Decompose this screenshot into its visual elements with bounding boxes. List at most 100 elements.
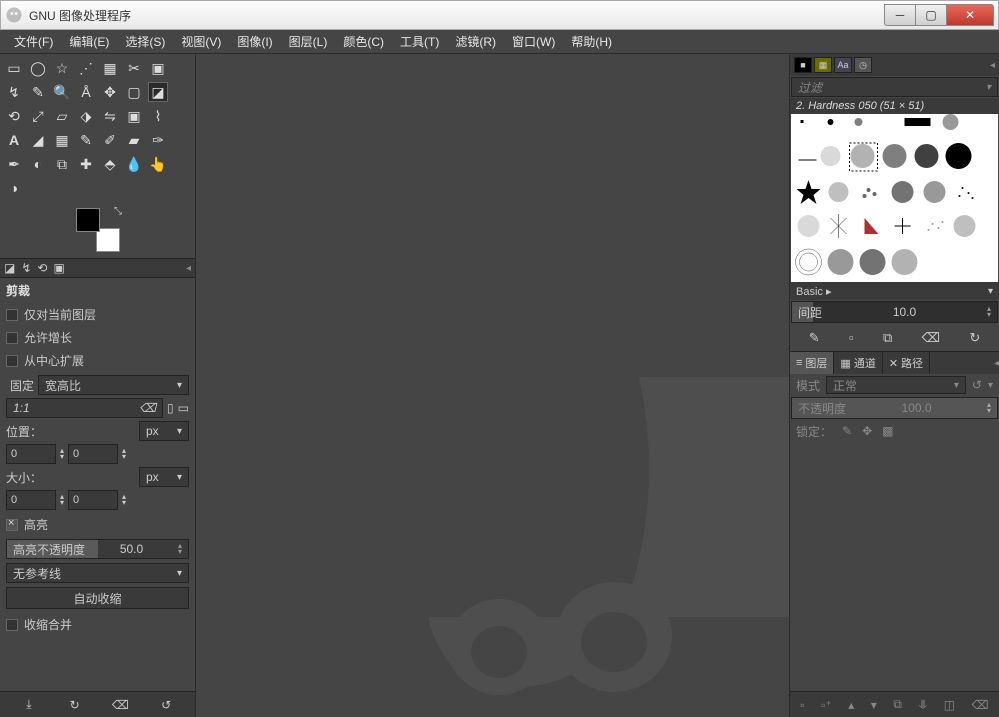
raise-layer-icon[interactable]: ▴ xyxy=(848,698,854,712)
zoom-tool[interactable]: 🔍 xyxy=(52,82,72,102)
brush-spacing-slider[interactable]: 间距 10.0 ▴▾ xyxy=(791,301,998,323)
patterns-tab[interactable]: ▦ xyxy=(814,57,832,73)
edit-brush-icon[interactable]: ✎ xyxy=(809,330,820,346)
warp-tool[interactable]: ⌇ xyxy=(148,106,168,126)
paintbrush-tool[interactable]: ✐ xyxy=(100,130,120,150)
free-select-tool[interactable]: ☆ xyxy=(52,58,72,78)
menu-layer[interactable]: 图层(L) xyxy=(281,29,336,54)
bucket-fill-tool[interactable]: ◢ xyxy=(28,130,48,150)
flip-tool[interactable]: ⇋ xyxy=(100,106,120,126)
shrink-merge-checkbox[interactable] xyxy=(6,619,18,631)
heal-tool[interactable]: ✚ xyxy=(76,154,96,174)
menu-tools[interactable]: 工具(T) xyxy=(392,29,447,54)
close-button[interactable]: ✕ xyxy=(946,4,994,26)
tab-images[interactable]: ▣ xyxy=(53,261,64,275)
scale-tool[interactable]: ⤢ xyxy=(28,106,48,126)
layers-tab[interactable]: ≡图层 xyxy=(790,352,834,374)
history-tab[interactable]: ◷ xyxy=(854,57,872,73)
current-layer-checkbox[interactable] xyxy=(6,309,18,321)
menu-edit[interactable]: 编辑(E) xyxy=(61,29,117,54)
new-brush-icon[interactable]: ▫ xyxy=(849,330,854,345)
highlight-opacity-slider[interactable]: 高亮不透明度 50.0 ▴▾ xyxy=(6,539,189,559)
maximize-button[interactable]: ▢ xyxy=(915,4,947,26)
aspect-dropdown[interactable]: 宽高比▾ xyxy=(38,375,189,395)
eraser-tool[interactable]: ▰ xyxy=(124,130,144,150)
menu-window[interactable]: 窗口(W) xyxy=(504,29,563,54)
reset-icon[interactable]: ↺ xyxy=(158,697,174,713)
move-tool[interactable]: ✥ xyxy=(100,82,120,102)
clone-tool[interactable]: ⧉ xyxy=(52,154,72,174)
tab-tool-options[interactable]: ◪ xyxy=(4,261,15,275)
brush-panel-menu-icon[interactable]: ◂ xyxy=(990,60,995,71)
foreground-select-tool[interactable]: ▣ xyxy=(148,58,168,78)
new-group-icon[interactable]: ▫⁺ xyxy=(821,698,832,712)
size-w-input[interactable]: 0 xyxy=(6,490,56,510)
menu-filters[interactable]: 滤镜(R) xyxy=(447,29,504,54)
brush-grid[interactable] xyxy=(791,114,998,282)
color-area[interactable]: ⤡ xyxy=(76,208,120,252)
brushes-tab[interactable]: ■ xyxy=(794,57,812,73)
brush-filter[interactable]: 过滤▾ xyxy=(791,77,998,97)
dodge-tool[interactable]: ◑ xyxy=(4,178,24,198)
smudge-tool[interactable]: 👆 xyxy=(148,154,168,174)
layer-opacity-slider[interactable]: 不透明度 100.0 ▴▾ xyxy=(791,397,998,419)
tab-undo-history[interactable]: ⟲ xyxy=(37,261,47,275)
panel-menu-icon[interactable]: ◂ xyxy=(186,263,191,274)
tab-device-status[interactable]: ↯ xyxy=(21,261,31,275)
mode-reset-icon[interactable]: ↺ xyxy=(972,378,982,392)
paths-tool[interactable]: ↯ xyxy=(4,82,24,102)
layer-panel-menu-icon[interactable]: ◂ xyxy=(994,358,999,369)
text-tool[interactable]: A xyxy=(4,130,24,150)
delete-layer-icon[interactable]: ⌫ xyxy=(972,698,989,712)
menu-select[interactable]: 选择(S) xyxy=(117,29,173,54)
crop-tool[interactable]: ◪ xyxy=(148,82,168,102)
shear-tool[interactable]: ▱ xyxy=(52,106,72,126)
foreground-color[interactable] xyxy=(76,208,100,232)
lower-layer-icon[interactable]: ▾ xyxy=(871,698,877,712)
menu-file[interactable]: 文件(F) xyxy=(6,29,61,54)
menu-view[interactable]: 视图(V) xyxy=(173,29,229,54)
minimize-button[interactable]: ─ xyxy=(884,4,916,26)
rotate-tool[interactable]: ⟲ xyxy=(4,106,24,126)
ink-tool[interactable]: ✒ xyxy=(4,154,24,174)
delete-preset-icon[interactable]: ⌫ xyxy=(112,697,128,713)
pos-y-input[interactable]: 0 xyxy=(68,444,118,464)
duplicate-brush-icon[interactable]: ⧉ xyxy=(883,330,892,346)
duplicate-layer-icon[interactable]: ⧉ xyxy=(893,697,902,712)
blend-mode-dropdown[interactable]: 正常▾ xyxy=(826,376,966,394)
pos-x-input[interactable]: 0 xyxy=(6,444,56,464)
gradient-tool[interactable]: ▦ xyxy=(52,130,72,150)
highlight-checkbox[interactable] xyxy=(6,519,18,531)
expand-center-checkbox[interactable] xyxy=(6,355,18,367)
mypaint-tool[interactable]: ◐ xyxy=(28,154,48,174)
menu-image[interactable]: 图像(I) xyxy=(229,29,280,54)
menu-color[interactable]: 颜色(C) xyxy=(335,29,392,54)
airbrush-tool[interactable]: ✑ xyxy=(148,130,168,150)
paths-tab[interactable]: ✕路径 xyxy=(883,352,930,374)
cage-tool[interactable]: ▣ xyxy=(124,106,144,126)
portrait-icon[interactable]: ▯ xyxy=(167,401,174,415)
swap-colors-icon[interactable]: ⤡ xyxy=(114,206,122,217)
perspective-clone-tool[interactable]: ⬘ xyxy=(100,154,120,174)
guides-dropdown[interactable]: 无参考线▾ xyxy=(6,563,189,583)
size-h-input[interactable]: 0 xyxy=(68,490,118,510)
measure-tool[interactable]: Å xyxy=(76,82,96,102)
allow-grow-checkbox[interactable] xyxy=(6,332,18,344)
auto-shrink-button[interactable]: 自动收缩 xyxy=(6,587,189,609)
channels-tab[interactable]: ▦通道 xyxy=(834,352,882,374)
align-tool[interactable]: ▢ xyxy=(124,82,144,102)
lock-pixels-icon[interactable]: ✎ xyxy=(842,424,852,438)
perspective-tool[interactable]: ⬗ xyxy=(76,106,96,126)
lock-position-icon[interactable]: ✥ xyxy=(862,424,872,438)
mask-icon[interactable]: ◫ xyxy=(944,698,955,712)
layer-list[interactable] xyxy=(790,442,999,691)
rect-select-tool[interactable]: ▭ xyxy=(4,58,24,78)
position-unit-dropdown[interactable]: px▾ xyxy=(139,421,189,441)
scissors-tool[interactable]: ✂ xyxy=(124,58,144,78)
pencil-tool[interactable]: ✎ xyxy=(76,130,96,150)
color-picker-tool[interactable]: ✎ xyxy=(28,82,48,102)
merge-down-icon[interactable]: ⥥ xyxy=(919,697,928,712)
fonts-tab[interactable]: Aa xyxy=(834,57,852,73)
by-color-select-tool[interactable]: ▦ xyxy=(100,58,120,78)
restore-preset-icon[interactable]: ↻ xyxy=(67,697,83,713)
